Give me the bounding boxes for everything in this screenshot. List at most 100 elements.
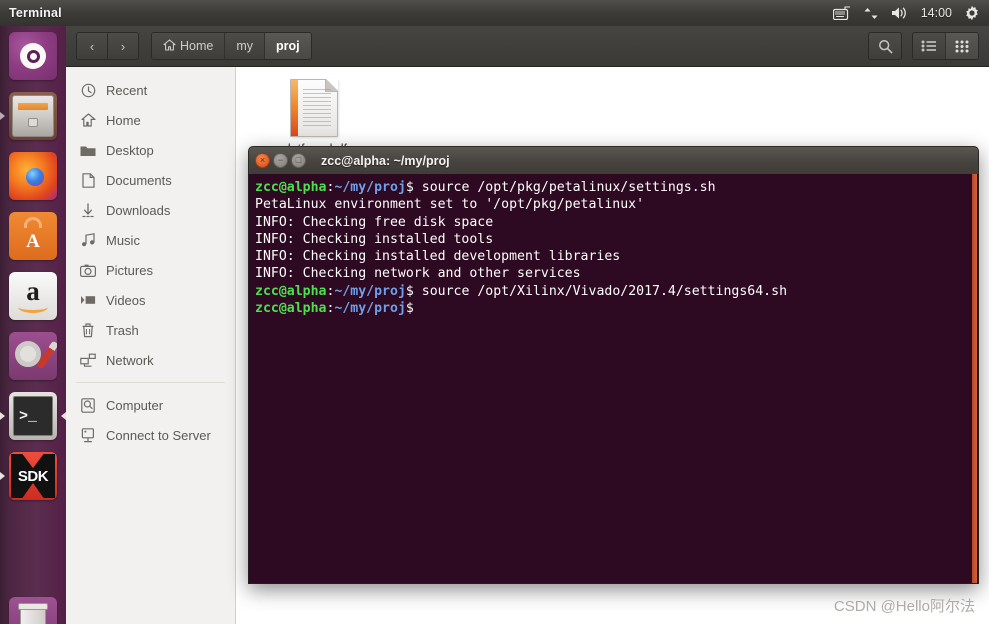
minimize-icon[interactable]: − (273, 153, 288, 168)
desktop-screen: Terminal 14:00 (0, 0, 989, 624)
terminal-window: × − □ zcc@alpha: ~/my/proj zcc@alpha:~/m… (248, 146, 979, 584)
toolbar-right-group (868, 32, 979, 60)
launcher-item-files[interactable] (0, 86, 66, 146)
sidebar-item-computer[interactable]: Computer (66, 390, 235, 420)
terminal-line: zcc@alpha:~/my/proj$ source /opt/pkg/pet… (252, 179, 978, 196)
folder-icon (80, 144, 96, 157)
settings-icon (9, 332, 57, 380)
sidebar-item-desktop[interactable]: Desktop (66, 135, 235, 165)
sidebar-item-label: Desktop (106, 143, 154, 158)
sidebar-item-label: Connect to Server (106, 428, 211, 443)
list-view-icon[interactable] (913, 33, 946, 59)
launcher-item-xilinx-sdk[interactable]: SDK (0, 446, 66, 506)
sidebar-item-label: Home (106, 113, 141, 128)
terminal-titlebar[interactable]: × − □ zcc@alpha: ~/my/proj (248, 146, 979, 174)
volume-icon[interactable] (891, 6, 909, 20)
sidebar-item-trash[interactable]: Trash (66, 315, 235, 345)
file-item-platform-hdf[interactable]: platform.hdf (268, 79, 360, 156)
panel-app-title[interactable]: Terminal (9, 6, 62, 20)
scrollbar-thumb[interactable] (972, 174, 977, 583)
terminal-icon: >_ (9, 392, 57, 440)
breadcrumb-item-my[interactable]: my (225, 33, 265, 59)
sidebar-item-network[interactable]: Network (66, 345, 235, 375)
sidebar-item-label: Computer (106, 398, 163, 413)
software-center-glyph: A (26, 232, 40, 251)
terminal-content[interactable]: zcc@alpha:~/my/proj$ source /opt/pkg/pet… (248, 174, 979, 584)
forward-button[interactable]: › (108, 32, 139, 60)
sidebar-item-home[interactable]: Home (66, 105, 235, 135)
sidebar-item-label: Pictures (106, 263, 153, 278)
terminal-line: INFO: Checking installed tools (252, 231, 978, 248)
gear-icon[interactable] (964, 5, 980, 21)
sidebar-item-downloads[interactable]: Downloads (66, 195, 235, 225)
amazon-glyph: a (26, 280, 40, 302)
firefox-icon (9, 152, 57, 200)
video-icon (80, 294, 96, 306)
sidebar-item-pictures[interactable]: Pictures (66, 255, 235, 285)
prompt-user: zcc@alpha (255, 180, 326, 195)
launcher-item-terminal[interactable]: >_ (0, 386, 66, 446)
clock-label[interactable]: 14:00 (921, 6, 952, 20)
unity-launcher: A a >_ SDK (0, 26, 66, 624)
amazon-icon: a (9, 272, 57, 320)
terminal-command: source /opt/Xilinx/Vivado/2017.4/setting… (414, 284, 787, 299)
view-toggle-group (912, 32, 979, 60)
running-indicator-left (0, 412, 5, 420)
sidebar-item-recent[interactable]: Recent (66, 75, 235, 105)
close-icon[interactable]: × (255, 153, 270, 168)
sidebar-item-label: Recent (106, 83, 147, 98)
places-sidebar: Recent Home Desktop (66, 67, 236, 624)
network-icon (80, 353, 96, 367)
system-tray: 14:00 (833, 5, 989, 21)
sidebar-divider (76, 382, 225, 383)
launcher-item-software-center[interactable]: A (0, 206, 66, 266)
top-panel: Terminal 14:00 (0, 0, 989, 26)
launcher-item-ubuntu-dash[interactable] (0, 26, 66, 86)
sidebar-item-music[interactable]: Music (66, 225, 235, 255)
file-manager-toolbar: ‹ › Home my proj (66, 26, 989, 67)
sidebar-item-label: Music (106, 233, 140, 248)
document-icon (80, 173, 96, 188)
watermark-label: CSDN @Hello阿尔法 (834, 595, 975, 616)
terminal-scrollbar[interactable] (972, 174, 977, 583)
home-icon (80, 113, 96, 127)
terminal-line: PetaLinux environment set to '/opt/pkg/p… (252, 196, 978, 213)
sidebar-item-label: Videos (106, 293, 146, 308)
clock-icon (80, 83, 96, 98)
launcher-item-amazon[interactable]: a (0, 266, 66, 326)
terminal-line: zcc@alpha:~/my/proj$ source /opt/Xilinx/… (252, 283, 978, 300)
sidebar-item-connect-to-server[interactable]: Connect to Server (66, 420, 235, 450)
sidebar-item-documents[interactable]: Documents (66, 165, 235, 195)
hdf-file-icon (290, 79, 338, 137)
trash-icon (9, 597, 57, 624)
breadcrumb-item-home[interactable]: Home (152, 33, 225, 59)
launcher-item-firefox[interactable] (0, 146, 66, 206)
camera-icon (80, 264, 96, 277)
computer-icon (80, 398, 96, 413)
focused-indicator-right (61, 412, 66, 420)
sdk-glyph: SDK (18, 468, 48, 485)
prompt-user: zcc@alpha (255, 284, 326, 299)
terminal-line: INFO: Checking installed development lib… (252, 248, 978, 265)
prompt-path: ~/my/proj (334, 180, 405, 195)
launcher-item-trash[interactable] (0, 591, 66, 624)
prompt-user: zcc@alpha (255, 301, 326, 316)
prompt-dollar: $ (406, 284, 414, 299)
search-icon[interactable] (868, 32, 902, 60)
breadcrumb: Home my proj (151, 32, 312, 60)
home-icon (163, 39, 176, 54)
running-indicator-left (0, 472, 5, 480)
back-button[interactable]: ‹ (76, 32, 108, 60)
terminal-line: INFO: Checking free disk space (252, 214, 978, 231)
breadcrumb-item-proj[interactable]: proj (265, 33, 311, 59)
network-updown-icon[interactable] (863, 6, 879, 21)
grid-view-icon[interactable] (946, 33, 978, 59)
maximize-icon[interactable]: □ (291, 153, 306, 168)
xilinx-sdk-icon: SDK (9, 452, 57, 500)
breadcrumb-label: proj (276, 39, 300, 53)
prompt-path: ~/my/proj (334, 301, 405, 316)
launcher-item-system-settings[interactable] (0, 326, 66, 386)
keyboard-icon[interactable] (833, 6, 851, 20)
sidebar-item-videos[interactable]: Videos (66, 285, 235, 315)
terminal-line: INFO: Checking network and other service… (252, 265, 978, 282)
